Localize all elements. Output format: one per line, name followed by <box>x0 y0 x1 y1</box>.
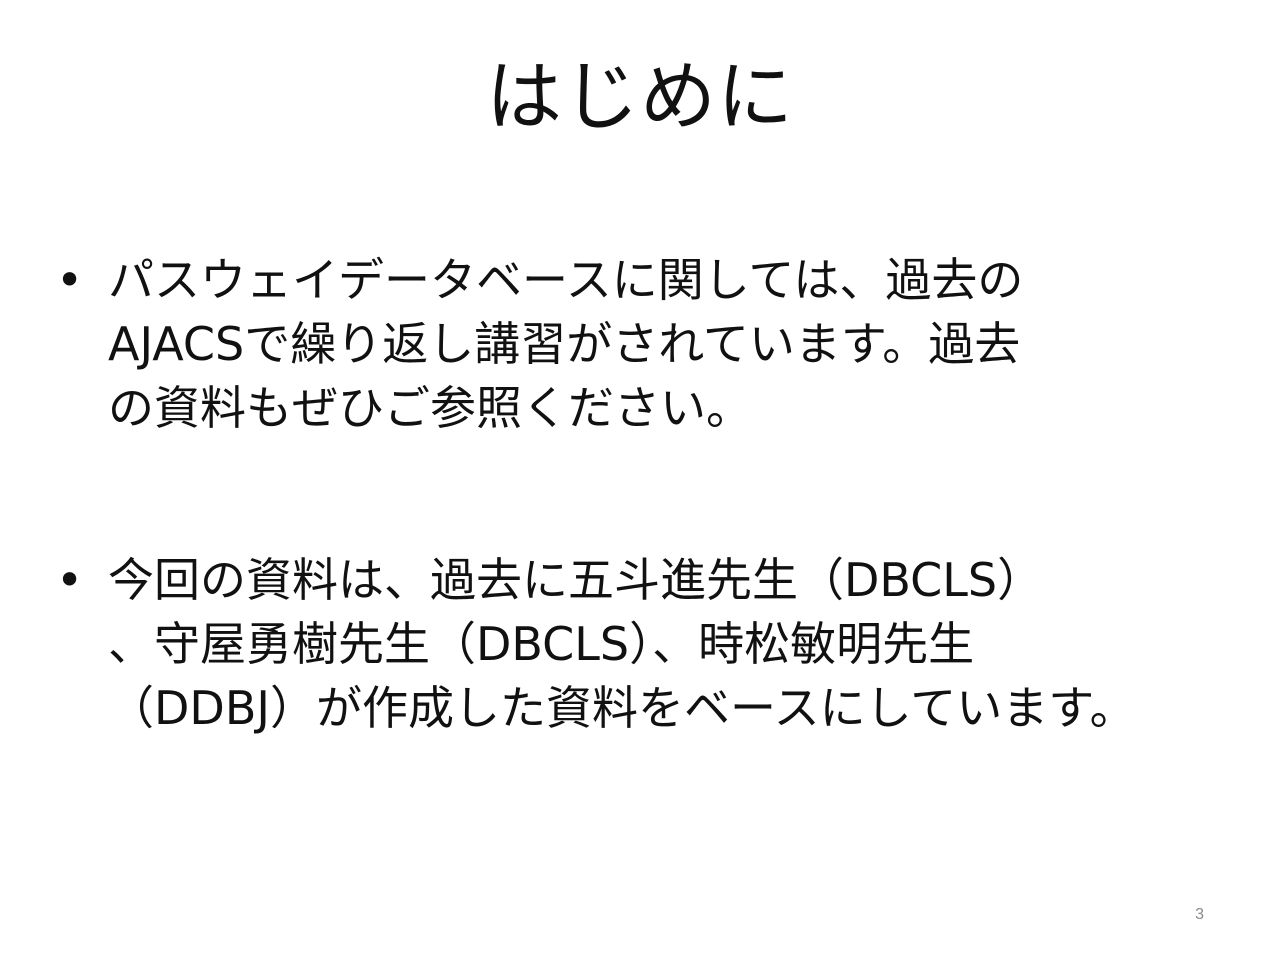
bullet-line: パスウェイデータベースに関しては、過去の <box>108 253 1024 307</box>
bullet-text: 今回の資料は、過去に五斗進先生（DBCLS） 、守屋勇樹先生（DBCLS）、時松… <box>108 548 1236 740</box>
slide: はじめに • パスウェイデータベースに関しては、過去の AJACSで繰り返し講習… <box>0 0 1280 960</box>
bullet-item: • 今回の資料は、過去に五斗進先生（DBCLS） 、守屋勇樹先生（DBCLS）、… <box>56 548 1236 740</box>
slide-title: はじめに <box>486 52 794 141</box>
bullet-item: • パスウェイデータベースに関しては、過去の AJACSで繰り返し講習がされてい… <box>56 248 1236 440</box>
bullet-line: AJACSで繰り返し講習がされています。過去 <box>108 317 1021 371</box>
bullet-line: 今回の資料は、過去に五斗進先生（DBCLS） <box>108 553 1044 607</box>
bullet-line: の資料もぜひご参照ください。 <box>108 381 752 435</box>
bullet-icon: • <box>56 553 84 607</box>
bullet-line: 、守屋勇樹先生（DBCLS）、時松敏明先生 <box>108 617 975 671</box>
bullet-list: • パスウェイデータベースに関しては、過去の AJACSで繰り返し講習がされてい… <box>56 248 1236 740</box>
bullet-text: パスウェイデータベースに関しては、過去の AJACSで繰り返し講習がされています… <box>108 248 1236 440</box>
page-number: 3 <box>1195 906 1204 923</box>
bullet-line: （DDBJ）が作成した資料をベースにしています。 <box>108 681 1136 735</box>
bullet-icon: • <box>56 253 84 307</box>
